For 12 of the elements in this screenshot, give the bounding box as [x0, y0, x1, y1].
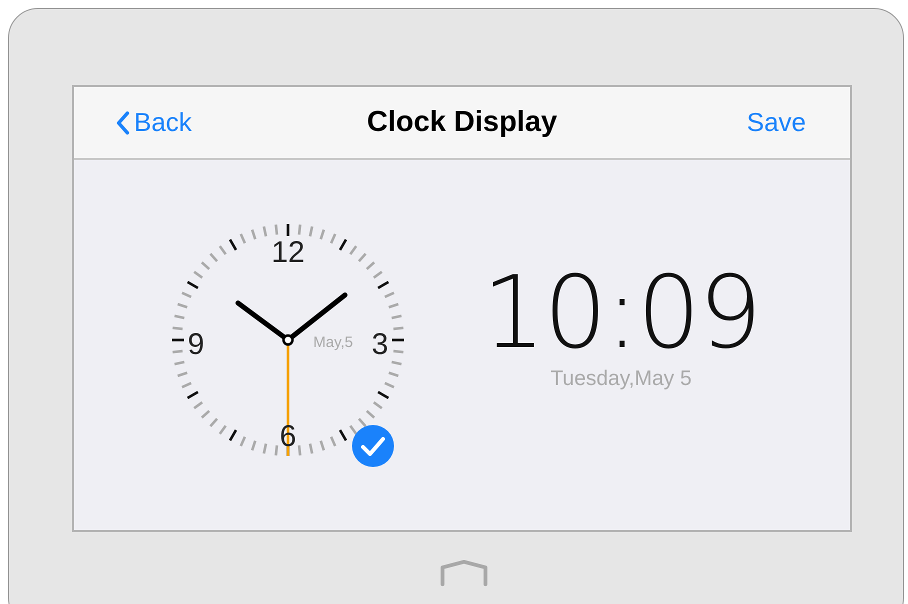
- save-button[interactable]: Save: [746, 107, 806, 138]
- clock-numeral: 12: [271, 236, 305, 269]
- clock-numeral: 9: [188, 328, 204, 361]
- back-button[interactable]: Back: [116, 107, 192, 138]
- clock-date: May,5: [313, 334, 353, 351]
- home-button-icon[interactable]: [438, 560, 490, 588]
- chevron-left-icon: [116, 110, 130, 134]
- checkmark-badge-icon[interactable]: [351, 424, 395, 468]
- clock-numeral: 3: [372, 328, 388, 361]
- digital-time: 10:09: [482, 263, 760, 363]
- digital-date: Tuesday,May 5: [550, 367, 692, 391]
- page-title: Clock Display: [366, 106, 558, 139]
